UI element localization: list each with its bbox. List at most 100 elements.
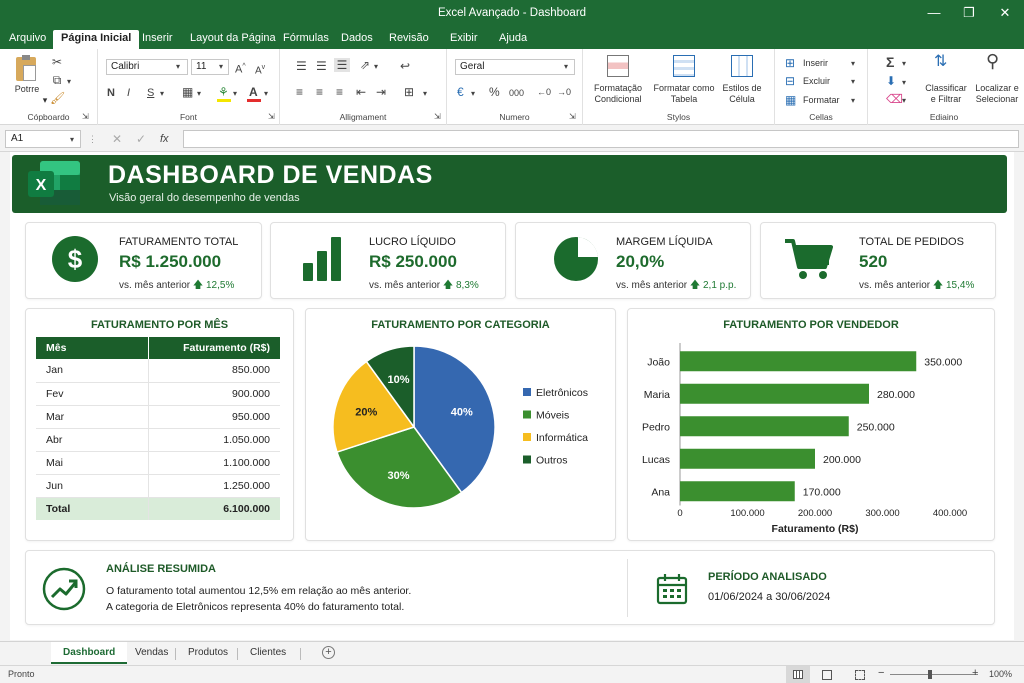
tab-formulas[interactable]: Fórmulas xyxy=(275,30,337,49)
formula-input[interactable] xyxy=(183,130,1019,148)
number-format-select[interactable]: Geral xyxy=(455,59,575,75)
tab-arquivo[interactable]: Arquivo xyxy=(1,30,54,49)
revenue-cell[interactable]: 900.000 xyxy=(148,382,280,406)
cell-styles-button[interactable]: Estilos de Célula xyxy=(717,83,767,105)
sheet-tab-produtos[interactable]: Produtos xyxy=(176,642,240,664)
increase-indent-icon[interactable]: ⇥ xyxy=(376,85,386,99)
currency-icon[interactable]: € xyxy=(457,85,464,99)
insert-cells-icon[interactable]: ⊞ xyxy=(785,56,795,70)
wrap-text-icon[interactable]: ↩ xyxy=(400,59,410,73)
thousands-button[interactable]: 000 xyxy=(509,86,524,100)
table-row[interactable]: Mar 950.000 xyxy=(36,405,280,429)
seller-bar[interactable] xyxy=(680,383,869,404)
revenue-cell[interactable]: 950.000 xyxy=(148,405,280,429)
name-box-dropdown-icon[interactable]: ▾ xyxy=(70,133,74,147)
page-break-view-icon[interactable] xyxy=(855,670,865,680)
zoom-in-icon[interactable]: + xyxy=(972,667,978,679)
format-cells-icon[interactable]: ▦ xyxy=(785,93,796,107)
revenue-cell[interactable]: 850.000 xyxy=(148,359,280,383)
insert-function-button[interactable]: fx xyxy=(160,132,169,146)
sort-filter-icon[interactable]: ⇅ xyxy=(934,54,947,70)
fill-icon[interactable]: ⬇ xyxy=(886,74,896,88)
tab-pagina-inicial[interactable]: Página Inicial xyxy=(53,30,140,49)
tab-ajuda[interactable]: Ajuda xyxy=(491,30,535,49)
cut-icon[interactable]: ✂ xyxy=(50,55,64,69)
restore-icon[interactable]: ❐ xyxy=(959,4,979,22)
increase-decimal-icon[interactable]: ←0 xyxy=(537,85,551,99)
delete-cells-icon[interactable]: ⊟ xyxy=(785,74,795,88)
align-center-icon[interactable]: ≡ xyxy=(316,85,323,99)
seller-bar[interactable] xyxy=(680,351,917,372)
percent-button[interactable]: % xyxy=(489,85,500,99)
table-row[interactable]: Jan 850.000 xyxy=(36,359,280,383)
align-top-icon[interactable]: ☰ xyxy=(296,59,307,73)
align-right-icon[interactable]: ≡ xyxy=(336,85,343,99)
table-row[interactable]: Abr 1.050.000 xyxy=(36,428,280,452)
sheet-tab-clientes[interactable]: Clientes xyxy=(238,642,298,664)
delete-cells-button[interactable]: Excluir xyxy=(803,76,830,87)
shrink-font-icon[interactable]: Av xyxy=(255,61,265,78)
conditional-format-icon[interactable] xyxy=(607,55,629,77)
sheet-tab-dashboard[interactable]: Dashboard xyxy=(51,642,128,664)
alignment-launcher-icon[interactable]: ⇲ xyxy=(434,110,441,124)
clipboard-launcher-icon[interactable]: ⇲ xyxy=(82,110,89,124)
align-left-icon[interactable]: ≡ xyxy=(296,85,303,99)
find-select-button[interactable]: Localizar e Selecionar xyxy=(972,83,1022,105)
revenue-cell[interactable]: 1.250.000 xyxy=(148,474,280,498)
zoom-level[interactable]: 100% xyxy=(989,669,1012,679)
revenue-cell[interactable]: 1.050.000 xyxy=(148,428,280,452)
zoom-slider[interactable] xyxy=(890,674,978,675)
grow-font-icon[interactable]: A^ xyxy=(235,60,246,77)
month-cell[interactable]: Jan xyxy=(36,359,149,383)
zoom-out-icon[interactable]: − xyxy=(878,667,884,679)
month-cell[interactable]: Jun xyxy=(36,474,149,498)
copy-dropdown-icon[interactable]: ▾ xyxy=(64,75,74,89)
autosum-icon[interactable]: Σ xyxy=(886,55,894,69)
format-table-button[interactable]: Formatar como Tabela xyxy=(651,83,717,105)
cancel-icon[interactable]: ✕ xyxy=(112,132,122,146)
align-bottom-icon[interactable]: ☰ xyxy=(334,58,350,72)
format-painter-icon[interactable]: 🖌 xyxy=(50,91,65,105)
find-select-icon[interactable]: ⚲ xyxy=(986,52,999,70)
table-row[interactable]: Mai 1.100.000 xyxy=(36,451,280,475)
fill-color-icon[interactable]: ⚘ xyxy=(218,85,229,99)
borders-icon[interactable]: ▦ xyxy=(182,85,193,99)
month-cell[interactable]: Abr xyxy=(36,428,149,452)
font-color-icon[interactable]: A xyxy=(249,85,258,99)
format-cells-button[interactable]: Formatar xyxy=(803,95,840,106)
close-icon[interactable]: ✕ xyxy=(995,4,1015,22)
conditional-format-button[interactable]: Formatação Condicional xyxy=(587,83,649,105)
month-cell[interactable]: Fev xyxy=(36,382,149,406)
underline-button[interactable]: S xyxy=(147,86,154,100)
tab-inserir[interactable]: Inserir xyxy=(134,30,181,49)
copy-icon[interactable]: ⧉ xyxy=(50,73,64,87)
tab-revisao[interactable]: Revisão xyxy=(381,30,437,49)
decrease-decimal-icon[interactable]: →0 xyxy=(557,85,571,99)
table-row[interactable]: Jun 1.250.000 xyxy=(36,474,280,498)
seller-bar[interactable] xyxy=(680,481,795,502)
tab-exibir[interactable]: Exibir xyxy=(442,30,486,49)
seller-bar[interactable] xyxy=(680,448,815,469)
insert-cells-button[interactable]: Inserir xyxy=(803,58,828,69)
month-cell[interactable]: Mar xyxy=(36,405,149,429)
minimize-icon[interactable]: — xyxy=(924,4,944,22)
paste-button[interactable]: Potrre xyxy=(8,84,46,95)
zoom-slider-thumb[interactable] xyxy=(928,670,932,679)
table-total-row[interactable]: Total 6.100.000 xyxy=(36,497,280,520)
font-size-select[interactable]: 11 xyxy=(191,59,229,75)
add-sheet-icon[interactable]: + xyxy=(322,646,335,659)
italic-button[interactable]: I xyxy=(127,86,130,100)
clear-icon[interactable]: ⌫ xyxy=(886,92,903,106)
font-launcher-icon[interactable]: ⇲ xyxy=(268,110,275,124)
tab-layout[interactable]: Layout da Página xyxy=(182,30,284,49)
total-value-cell[interactable]: 6.100.000 xyxy=(148,497,280,520)
font-name-dropdown-icon[interactable]: ▾ xyxy=(176,60,180,74)
table-row[interactable]: Fev 900.000 xyxy=(36,382,280,406)
seller-bar[interactable] xyxy=(680,416,849,437)
tab-dados[interactable]: Dados xyxy=(333,30,381,49)
paste-icon[interactable] xyxy=(16,55,36,81)
enter-icon[interactable]: ✓ xyxy=(136,132,146,146)
align-middle-icon[interactable]: ☰ xyxy=(316,59,327,73)
month-cell[interactable]: Mai xyxy=(36,451,149,475)
number-launcher-icon[interactable]: ⇲ xyxy=(569,110,576,124)
